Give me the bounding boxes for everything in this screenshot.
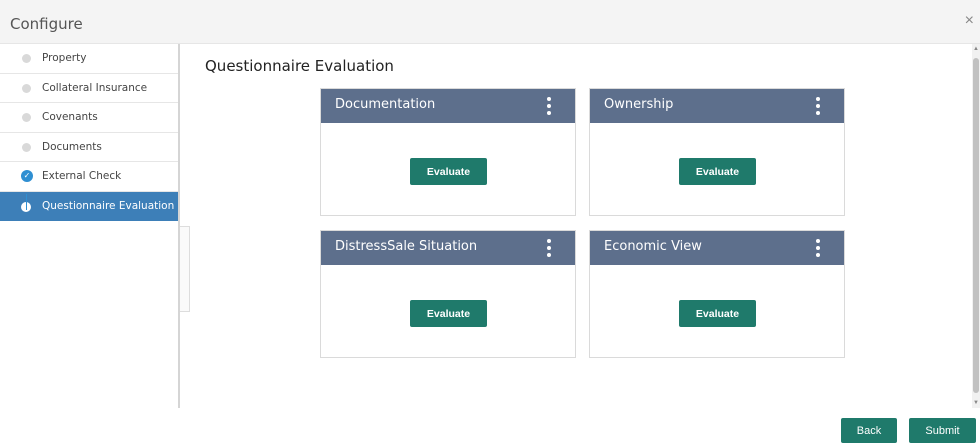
- sidebar-item-label: Questionnaire Evaluation: [42, 199, 175, 212]
- card-header: Documentation: [321, 89, 575, 123]
- check-circle-icon: ✓: [21, 170, 33, 182]
- card-header: DistressSale Situation: [321, 231, 575, 265]
- close-icon[interactable]: ×: [965, 12, 974, 30]
- dialog-title: Configure: [10, 15, 83, 33]
- sidebar-item-covenants[interactable]: Covenants: [0, 103, 178, 133]
- progress-connector: [26, 194, 27, 210]
- questionnaire-card-ownership: Ownership Evaluate: [589, 88, 845, 216]
- step-navigation: Property Collateral Insurance Covenants …: [0, 44, 180, 408]
- dialog-header: Configure ×: [0, 0, 980, 44]
- card-header: Ownership: [590, 89, 844, 123]
- scroll-down-icon[interactable]: ▼: [973, 400, 979, 406]
- card-title: DistressSale Situation: [335, 239, 478, 254]
- main-content: Questionnaire Evaluation Documentation E…: [190, 44, 970, 408]
- step-pending-icon: [22, 113, 31, 122]
- evaluate-button[interactable]: Evaluate: [410, 158, 487, 185]
- sidebar-item-property[interactable]: Property: [0, 44, 178, 74]
- content-scrollbar[interactable]: ▲ ▼: [972, 44, 980, 408]
- evaluate-button[interactable]: Evaluate: [410, 300, 487, 327]
- sidebar-item-label: External Check: [42, 170, 122, 182]
- kebab-menu-icon[interactable]: [547, 97, 551, 115]
- back-button[interactable]: Back: [841, 418, 897, 443]
- card-title: Documentation: [335, 97, 436, 112]
- kebab-menu-icon[interactable]: [816, 97, 820, 115]
- card-title: Ownership: [604, 97, 674, 112]
- step-pending-icon: [22, 142, 31, 152]
- evaluate-button[interactable]: Evaluate: [679, 300, 756, 327]
- kebab-menu-icon[interactable]: [816, 239, 820, 257]
- step-pending-icon: [22, 54, 31, 63]
- scrollbar-thumb[interactable]: [973, 58, 979, 393]
- questionnaire-card-distresssale-situation: DistressSale Situation Evaluate: [320, 230, 576, 358]
- sidebar-collapse-handle[interactable]: [180, 226, 190, 312]
- evaluate-button[interactable]: Evaluate: [679, 158, 756, 185]
- sidebar-item-documents[interactable]: Documents: [0, 133, 178, 162]
- submit-button[interactable]: Submit: [909, 418, 976, 443]
- card-header: Economic View: [590, 231, 844, 265]
- sidebar-item-collateral-insurance[interactable]: Collateral Insurance: [0, 74, 178, 103]
- kebab-menu-icon[interactable]: [547, 239, 551, 257]
- card-title: Economic View: [604, 239, 702, 254]
- sidebar-item-label: Documents: [42, 140, 102, 153]
- sidebar-item-label: Property: [42, 52, 87, 64]
- questionnaire-card-economic-view: Economic View Evaluate: [589, 230, 845, 358]
- questionnaire-card-documentation: Documentation Evaluate: [320, 88, 576, 216]
- scroll-up-icon[interactable]: ▲: [973, 46, 979, 52]
- page-title: Questionnaire Evaluation: [205, 57, 394, 75]
- sidebar-item-label: Covenants: [42, 111, 98, 123]
- step-pending-icon: [22, 83, 31, 93]
- sidebar-item-label: Collateral Insurance: [42, 81, 148, 94]
- sidebar-item-external-check[interactable]: ✓ External Check: [0, 162, 178, 192]
